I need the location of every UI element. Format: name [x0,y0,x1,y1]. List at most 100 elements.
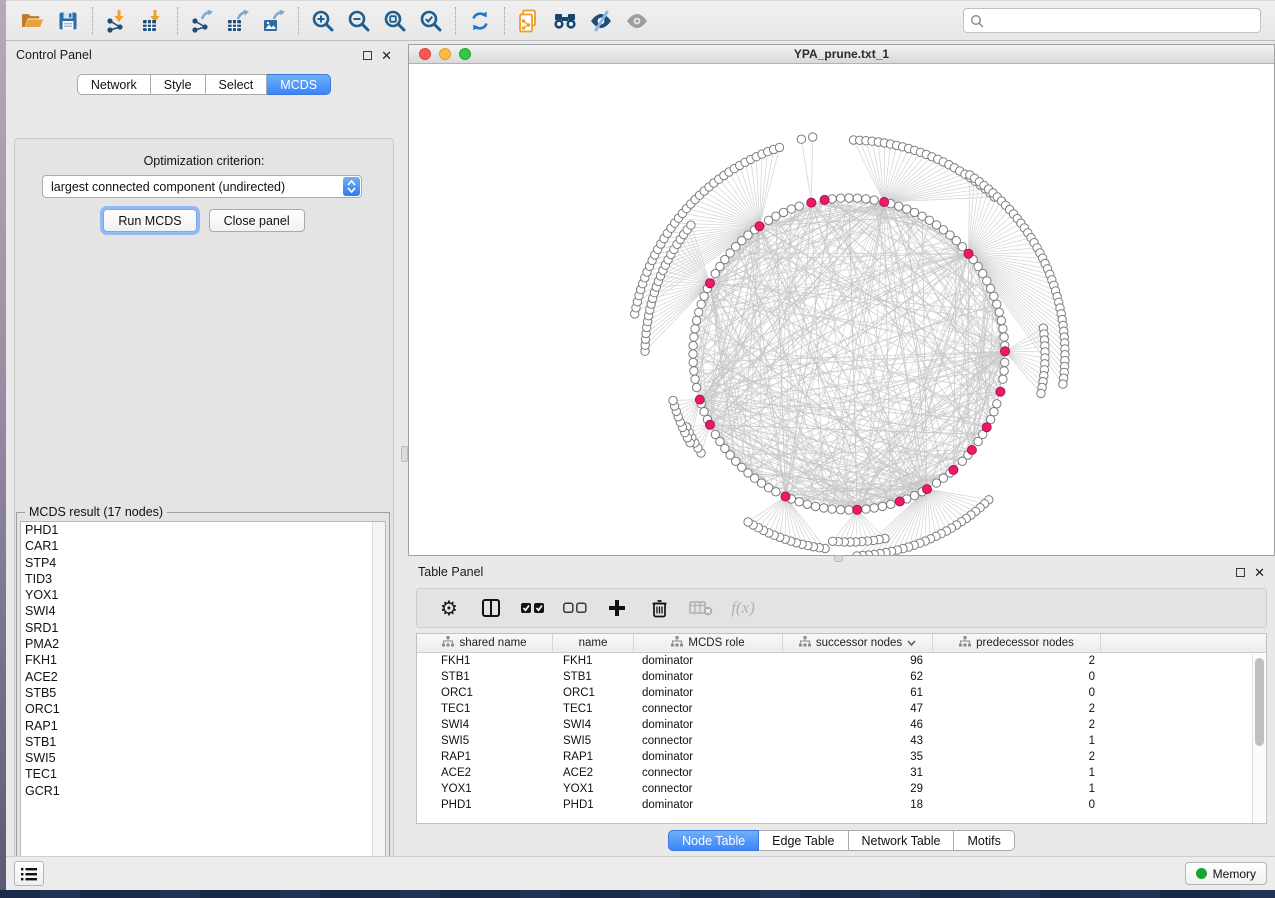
mcds-result-list[interactable]: PHD1CAR1STP4TID3YOX1SWI4SRD1PMA2FKH1ACE2… [20,521,386,876]
mcds-result-item[interactable]: PHD1 [21,522,385,538]
cell-mcds-role: dominator [634,687,783,699]
table-tab-edge-table[interactable]: Edge Table [759,830,848,851]
export-network-icon[interactable] [184,4,220,38]
table-row[interactable]: YOX1YOX1connector291 [417,781,1266,797]
mcds-result-item[interactable]: RAP1 [21,718,385,734]
run-mcds-button[interactable]: Run MCDS [103,209,196,232]
tab-network[interactable]: Network [77,74,151,95]
table-tab-motifs[interactable]: Motifs [954,830,1014,851]
table-tab-network-table[interactable]: Network Table [849,830,955,851]
table-settings-icon[interactable]: ⚙ [437,596,461,620]
first-neighbors-icon[interactable] [547,4,583,38]
float-panel-icon[interactable] [363,51,372,60]
table-tab-node-table[interactable]: Node Table [668,830,759,851]
table-row[interactable]: RAP1RAP1dominator352 [417,749,1266,765]
column-header-successor-nodes[interactable]: successor nodes [783,634,933,652]
close-panel-icon[interactable]: ✕ [1254,568,1265,577]
cell-shared-name: FKH1 [417,655,553,667]
select-all-icon[interactable] [521,596,545,620]
mcds-result-item[interactable]: CAR1 [21,538,385,554]
network-window-titlebar[interactable]: YPA_prune.txt_1 [409,45,1274,64]
tab-select[interactable]: Select [206,74,268,95]
import-table-icon[interactable] [135,4,171,38]
deselect-all-icon[interactable] [563,596,587,620]
table-row[interactable]: STB1STB1dominator620 [417,669,1266,685]
mcds-result-item[interactable]: YOX1 [21,587,385,603]
table-scrollbar-thumb[interactable] [1255,658,1264,746]
cell-predecessor-nodes: 2 [933,751,1101,763]
cell-name: TEC1 [553,703,634,715]
cell-mcds-role: dominator [634,671,783,683]
horizontal-splitter-handle[interactable] [834,555,843,562]
mcds-result-item[interactable]: STP4 [21,555,385,571]
cell-successor-nodes: 18 [783,799,933,811]
cell-name: ORC1 [553,687,634,699]
open-file-icon[interactable] [14,4,50,38]
mcds-result-item[interactable]: ACE2 [21,669,385,685]
zoom-selected-icon[interactable] [413,4,449,38]
mcds-result-item[interactable]: ORC1 [21,701,385,717]
table-row[interactable]: PHD1PHD1dominator180 [417,797,1266,813]
control-panel-tabs: NetworkStyleSelectMCDS [6,74,402,95]
import-network-icon[interactable] [99,4,135,38]
column-label: name [579,637,608,649]
new-network-from-selection-icon[interactable] [511,4,547,38]
table-row[interactable]: TEC1TEC1connector472 [417,701,1266,717]
mcds-result-item[interactable]: TEC1 [21,766,385,782]
function-builder-icon: f(x) [731,596,755,620]
close-panel-button[interactable]: Close panel [209,209,305,232]
mcds-result-item[interactable]: STB5 [21,685,385,701]
mcds-list-scrollbar[interactable] [372,522,385,875]
table-row[interactable]: ORC1ORC1dominator610 [417,685,1266,701]
cell-successor-nodes: 46 [783,719,933,731]
refresh-icon[interactable] [462,4,498,38]
mcds-result-item[interactable]: SWI5 [21,750,385,766]
cell-mcds-role: dominator [634,655,783,667]
delete-table-icon[interactable] [689,596,713,620]
mcds-result-item[interactable]: TID3 [21,571,385,587]
float-panel-icon[interactable] [1236,568,1245,577]
export-table-icon[interactable] [220,4,256,38]
column-header-predecessor-nodes[interactable]: predecessor nodes [933,634,1101,652]
memory-button[interactable]: Memory [1185,862,1267,885]
tab-mcds[interactable]: MCDS [267,74,331,95]
task-history-button[interactable] [14,861,44,886]
optimization-criterion-select[interactable]: largest connected component (undirected) [42,175,362,198]
table-row[interactable]: SWI4SWI4dominator462 [417,717,1266,733]
tab-style[interactable]: Style [151,74,206,95]
close-panel-icon[interactable]: ✕ [381,51,392,60]
cell-successor-nodes: 35 [783,751,933,763]
network-graph-canvas[interactable] [409,64,1274,555]
table-row[interactable]: FKH1FKH1dominator962 [417,653,1266,669]
search-input[interactable] [984,14,1254,28]
mcds-result-item[interactable]: PMA2 [21,636,385,652]
table-scrollbar[interactable] [1252,654,1265,823]
toolbar-search-field[interactable] [963,8,1261,33]
cell-predecessor-nodes: 1 [933,767,1101,779]
status-bar: Memory [6,856,1275,890]
zoom-out-icon[interactable] [341,4,377,38]
add-column-icon[interactable] [605,596,629,620]
export-image-icon[interactable] [256,4,292,38]
mcds-result-item[interactable]: STB1 [21,734,385,750]
zoom-in-icon[interactable] [305,4,341,38]
mcds-result-item[interactable]: GCR1 [21,783,385,799]
cell-mcds-role: connector [634,767,783,779]
delete-column-icon[interactable] [647,596,671,620]
show-all-icon[interactable] [619,4,655,38]
table-row[interactable]: SWI5SWI5connector431 [417,733,1266,749]
hide-selected-icon[interactable] [583,4,619,38]
mcds-result-item[interactable]: FKH1 [21,652,385,668]
show-columns-icon[interactable] [479,596,503,620]
column-header-name[interactable]: name [553,634,634,652]
cell-name: RAP1 [553,751,634,763]
table-row[interactable]: ACE2ACE2connector311 [417,765,1266,781]
mcds-result-item[interactable]: SWI4 [21,603,385,619]
cell-predecessor-nodes: 1 [933,735,1101,747]
column-header-MCDS-role[interactable]: MCDS role [634,634,783,652]
save-session-icon[interactable] [50,4,86,38]
splitter-handle[interactable] [401,446,408,462]
column-header-shared-name[interactable]: shared name [417,634,553,652]
zoom-fit-icon[interactable] [377,4,413,38]
mcds-result-item[interactable]: SRD1 [21,620,385,636]
